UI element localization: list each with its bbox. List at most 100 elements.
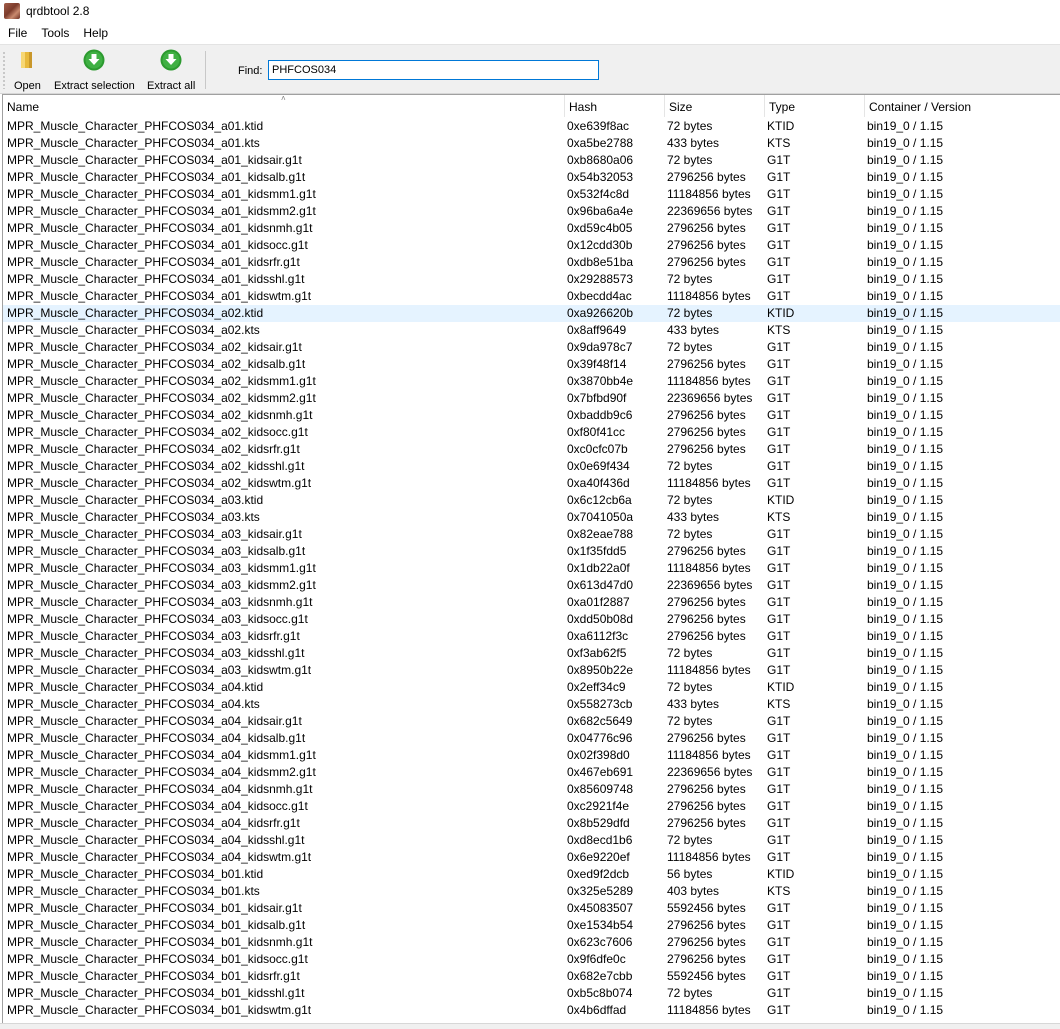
table-row[interactable]: MPR_Muscle_Character_PHFCOS034_a04_kidsa… [3,713,1060,730]
extract-selection-button[interactable]: Extract selection [54,49,135,93]
table-row[interactable]: MPR_Muscle_Character_PHFCOS034_a04_kidsn… [3,781,1060,798]
cell-name: MPR_Muscle_Character_PHFCOS034_b01_kidsr… [7,969,300,983]
cell-hash: 0x325e5289 [567,884,634,898]
cell-size: 2796256 bytes [667,357,746,371]
cell-type: KTS [767,323,791,337]
cell-type: G1T [767,1003,791,1017]
table-row[interactable]: MPR_Muscle_Character_PHFCOS034_b01.ktid 0… [3,866,1060,883]
table-row[interactable]: MPR_Muscle_Character_PHFCOS034_b01_kidso… [3,951,1060,968]
table-row[interactable]: MPR_Muscle_Character_PHFCOS034_a04_kidso… [3,798,1060,815]
table-row[interactable]: MPR_Muscle_Character_PHFCOS034_a03_kidso… [3,611,1060,628]
extract-all-button[interactable]: Extract all [147,49,195,93]
toolbar-grip[interactable] [3,51,5,89]
cell-container-version: bin19_0 / 1.15 [867,697,944,711]
cell-type: G1T [767,765,791,779]
table-row[interactable]: MPR_Muscle_Character_PHFCOS034_a03_kidsa… [3,543,1060,560]
cell-name: MPR_Muscle_Character_PHFCOS034_b01.ktid [7,867,264,881]
menu-tools[interactable]: Tools [34,22,76,44]
table-row[interactable]: MPR_Muscle_Character_PHFCOS034_a01_kidsa… [3,169,1060,186]
table-row[interactable]: MPR_Muscle_Character_PHFCOS034_a01.ktid 0… [3,118,1060,135]
cell-hash: 0x2eff34c9 [567,680,626,694]
table-row[interactable]: MPR_Muscle_Character_PHFCOS034_a01_kidso… [3,237,1060,254]
cell-size: 2796256 bytes [667,425,746,439]
table-row[interactable]: MPR_Muscle_Character_PHFCOS034_a02_kidso… [3,424,1060,441]
menu-file[interactable]: File [0,22,34,44]
table-row[interactable]: MPR_Muscle_Character_PHFCOS034_a04.ktid 0… [3,679,1060,696]
table-row[interactable]: MPR_Muscle_Character_PHFCOS034_a04_kidsm… [3,747,1060,764]
table-row-selected[interactable]: MPR_Muscle_Character_PHFCOS034_a02.ktid 0… [3,305,1060,322]
cell-hash: 0x623c7606 [567,935,633,949]
table-row[interactable]: MPR_Muscle_Character_PHFCOS034_a03_kidsr… [3,628,1060,645]
table-row[interactable]: MPR_Muscle_Character_PHFCOS034_a03.kts 0x… [3,509,1060,526]
table-row[interactable]: MPR_Muscle_Character_PHFCOS034_a03_kidsw… [3,662,1060,679]
cell-name: MPR_Muscle_Character_PHFCOS034_a02_kidss… [7,459,305,473]
table-row[interactable]: MPR_Muscle_Character_PHFCOS034_b01_kidsn… [3,934,1060,951]
table-row[interactable]: MPR_Muscle_Character_PHFCOS034_a02_kidsn… [3,407,1060,424]
cell-name: MPR_Muscle_Character_PHFCOS034_a01_kidso… [7,238,308,252]
table-row[interactable]: MPR_Muscle_Character_PHFCOS034_a03_kidsn… [3,594,1060,611]
menu-help[interactable]: Help [76,22,115,44]
cell-type: G1T [767,799,791,813]
cell-container-version: bin19_0 / 1.15 [867,238,944,252]
table-row[interactable]: MPR_Muscle_Character_PHFCOS034_a01_kidss… [3,271,1060,288]
cell-size: 2796256 bytes [667,408,746,422]
column-header-container-version[interactable]: Container / Version [865,95,1060,117]
table-row[interactable]: MPR_Muscle_Character_PHFCOS034_a02_kidsr… [3,441,1060,458]
table-row[interactable]: MPR_Muscle_Character_PHFCOS034_a02_kidss… [3,458,1060,475]
table-row[interactable]: MPR_Muscle_Character_PHFCOS034_a04_kidsw… [3,849,1060,866]
table-row[interactable]: MPR_Muscle_Character_PHFCOS034_a01_kidsm… [3,203,1060,220]
cell-type: KTID [767,867,795,881]
cell-name: MPR_Muscle_Character_PHFCOS034_a03_kidsm… [7,578,316,592]
cell-hash: 0x9da978c7 [567,340,633,354]
table-row[interactable]: MPR_Muscle_Character_PHFCOS034_b01.kts 0x… [3,883,1060,900]
table-row[interactable]: MPR_Muscle_Character_PHFCOS034_a02_kidsa… [3,356,1060,373]
table-row[interactable]: MPR_Muscle_Character_PHFCOS034_a01_kidsw… [3,288,1060,305]
cell-hash: 0x0e69f434 [567,459,630,473]
column-header-size[interactable]: Size [665,95,765,117]
cell-name: MPR_Muscle_Character_PHFCOS034_a04_kidss… [7,833,305,847]
cell-container-version: bin19_0 / 1.15 [867,816,944,830]
table-row[interactable]: MPR_Muscle_Character_PHFCOS034_a04_kidss… [3,832,1060,849]
open-button[interactable]: Open [14,49,41,93]
cell-container-version: bin19_0 / 1.15 [867,918,944,932]
table-row[interactable]: MPR_Muscle_Character_PHFCOS034_a03.ktid 0… [3,492,1060,509]
table-row[interactable]: MPR_Muscle_Character_PHFCOS034_a01_kidsr… [3,254,1060,271]
table-row[interactable]: MPR_Muscle_Character_PHFCOS034_a04_kidsr… [3,815,1060,832]
table-row[interactable]: MPR_Muscle_Character_PHFCOS034_b01_kidsr… [3,968,1060,985]
table-row[interactable]: MPR_Muscle_Character_PHFCOS034_a01.kts 0x… [3,135,1060,152]
table-row[interactable]: MPR_Muscle_Character_PHFCOS034_b01_kidss… [3,985,1060,1002]
table-row[interactable]: MPR_Muscle_Character_PHFCOS034_a04_kidsm… [3,764,1060,781]
table-row[interactable]: MPR_Muscle_Character_PHFCOS034_a03_kidss… [3,645,1060,662]
table-row[interactable]: MPR_Muscle_Character_PHFCOS034_b01_kidsa… [3,900,1060,917]
cell-container-version: bin19_0 / 1.15 [867,595,944,609]
cell-container-version: bin19_0 / 1.15 [867,170,944,184]
cell-name: MPR_Muscle_Character_PHFCOS034_a01_kidss… [7,272,305,286]
find-input[interactable] [268,60,599,80]
cell-hash: 0x9f6dfe0c [567,952,626,966]
column-header-type[interactable]: Type [765,95,865,117]
table-row[interactable]: MPR_Muscle_Character_PHFCOS034_a03_kidsa… [3,526,1060,543]
table-row[interactable]: MPR_Muscle_Character_PHFCOS034_a02_kidsm… [3,373,1060,390]
table-row[interactable]: MPR_Muscle_Character_PHFCOS034_a01_kidsa… [3,152,1060,169]
table-row[interactable]: MPR_Muscle_Character_PHFCOS034_a02_kidsm… [3,390,1060,407]
table-row[interactable]: MPR_Muscle_Character_PHFCOS034_a03_kidsm… [3,560,1060,577]
cell-hash: 0xdb8e51ba [567,255,634,269]
cell-size: 11184856 bytes [667,289,751,303]
cell-container-version: bin19_0 / 1.15 [867,714,944,728]
file-list[interactable]: Name ˄ Hash Size Type Container / Versio… [2,94,1060,1023]
table-row[interactable]: MPR_Muscle_Character_PHFCOS034_a02_kidsa… [3,339,1060,356]
cell-size: 11184856 bytes [667,1003,751,1017]
table-row[interactable]: MPR_Muscle_Character_PHFCOS034_a02_kidsw… [3,475,1060,492]
cell-size: 2796256 bytes [667,595,746,609]
table-row[interactable]: MPR_Muscle_Character_PHFCOS034_a03_kidsm… [3,577,1060,594]
table-row[interactable]: MPR_Muscle_Character_PHFCOS034_a04_kidsa… [3,730,1060,747]
cell-size: 72 bytes [667,986,713,1000]
column-header-hash[interactable]: Hash [565,95,665,117]
cell-size: 2796256 bytes [667,782,746,796]
table-row[interactable]: MPR_Muscle_Character_PHFCOS034_b01_kidsa… [3,917,1060,934]
table-row[interactable]: MPR_Muscle_Character_PHFCOS034_b01_kidsw… [3,1002,1060,1019]
table-row[interactable]: MPR_Muscle_Character_PHFCOS034_a02.kts 0x… [3,322,1060,339]
table-row[interactable]: MPR_Muscle_Character_PHFCOS034_a01_kidsm… [3,186,1060,203]
table-row[interactable]: MPR_Muscle_Character_PHFCOS034_a04.kts 0x… [3,696,1060,713]
table-row[interactable]: MPR_Muscle_Character_PHFCOS034_a01_kidsn… [3,220,1060,237]
